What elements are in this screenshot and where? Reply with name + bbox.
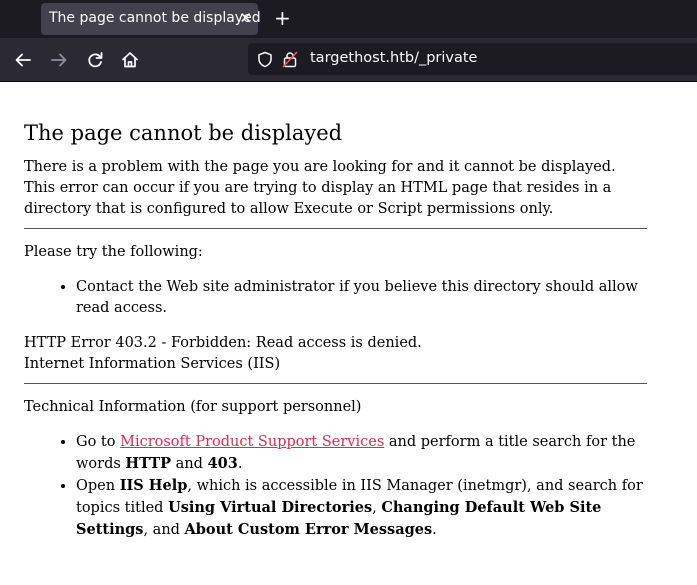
navigation-bar: targethost.htb/_private	[0, 38, 697, 82]
tab-close-icon[interactable]: ✕	[239, 9, 252, 27]
text: Open	[76, 478, 120, 494]
divider	[24, 228, 647, 229]
text: .	[237, 456, 243, 472]
page-content: The page cannot be displayed There is a …	[24, 82, 648, 541]
server-line: Internet Information Services (IIS)	[24, 356, 281, 372]
text: , and	[143, 522, 185, 538]
text: Go to	[76, 434, 121, 450]
address-bar[interactable]: targethost.htb/_private	[248, 43, 697, 75]
try-list-item: Contact the Web site administrator if yo…	[76, 277, 648, 319]
reload-button[interactable]	[84, 49, 106, 71]
try-heading: Please try the following:	[24, 244, 203, 260]
reload-icon	[88, 52, 103, 68]
text: ,	[372, 500, 382, 516]
url-text[interactable]: targethost.htb/_private	[310, 50, 477, 66]
keyword: About Custom Error Messages	[184, 521, 433, 538]
tech-list-item: Open IIS Help, which is accessible in II…	[76, 475, 648, 541]
arrow-left-icon	[15, 53, 31, 67]
page-heading: The page cannot be displayed	[24, 121, 343, 145]
text: and	[171, 456, 208, 472]
tab-title: The page cannot be displayed	[49, 10, 261, 26]
keyword: Using Virtual Directories	[168, 499, 373, 516]
intro-paragraph: There is a problem with the page you are…	[24, 159, 616, 217]
try-list: Contact the Web site administrator if yo…	[24, 277, 648, 319]
error-info: HTTP Error 403.2 - Forbidden: Read acces…	[24, 333, 648, 375]
tech-list: Go to Microsoft Product Support Services…	[24, 432, 648, 541]
home-icon	[122, 52, 138, 68]
home-button[interactable]	[119, 49, 141, 71]
keyword: 403	[207, 455, 238, 472]
browser-tab[interactable]: The page cannot be displayed ✕	[41, 3, 261, 35]
tech-heading: Technical Information (for support perso…	[24, 399, 362, 415]
arrow-right-icon	[51, 53, 67, 67]
text: .	[432, 522, 437, 538]
new-tab-button[interactable]: +	[274, 6, 291, 30]
keyword: HTTP	[125, 455, 172, 472]
tab-bar: The page cannot be displayed ✕ +	[0, 0, 697, 38]
forward-button[interactable]	[48, 49, 70, 71]
keyword: IIS Help	[119, 477, 188, 494]
divider	[24, 383, 647, 384]
tech-list-item: Go to Microsoft Product Support Services…	[76, 432, 648, 475]
back-button[interactable]	[12, 49, 34, 71]
insecure-lock-icon[interactable]	[282, 51, 298, 72]
support-services-link[interactable]: Microsoft Product Support Services	[120, 434, 384, 450]
shield-icon[interactable]	[257, 51, 273, 72]
error-code-line: HTTP Error 403.2 - Forbidden: Read acces…	[24, 335, 422, 351]
